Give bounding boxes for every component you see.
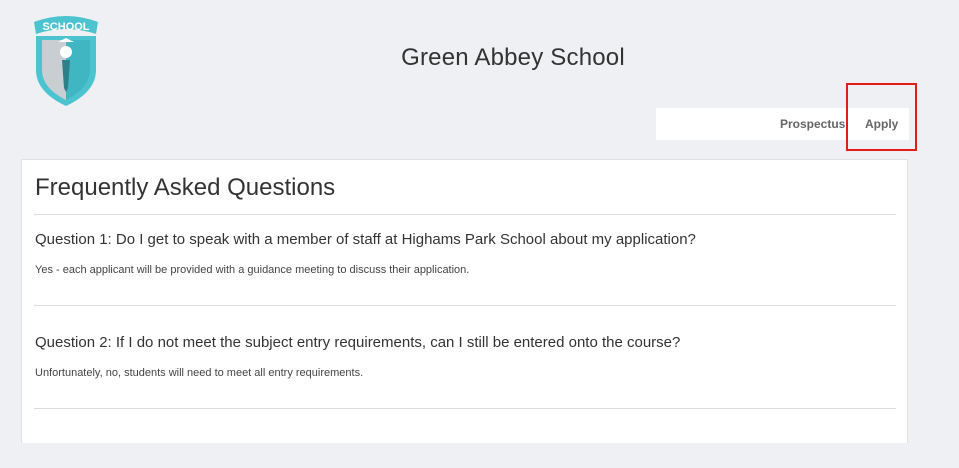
school-name-title: Green Abbey School <box>401 44 625 71</box>
page-footer-strip <box>0 443 959 468</box>
nav-prospectus-link[interactable]: Prospectus <box>780 108 845 140</box>
faq-divider <box>34 408 896 409</box>
faq-card: Frequently Asked Questions Question 1: D… <box>21 159 908 448</box>
apply-highlight-box <box>846 83 917 151</box>
school-crest-icon: SCHOOL <box>34 16 98 106</box>
faq-divider <box>34 305 896 306</box>
faq-answer-1: Yes - each applicant will be provided wi… <box>35 264 470 276</box>
faq-question-2: Question 2: If I do not meet the subject… <box>35 334 681 351</box>
faq-heading: Frequently Asked Questions <box>35 174 336 201</box>
logo-text: SCHOOL <box>42 21 89 33</box>
school-logo[interactable]: SCHOOL <box>28 12 104 108</box>
faq-answer-2: Unfortunately, no, students will need to… <box>35 367 364 379</box>
faq-divider <box>34 214 896 215</box>
faq-question-1: Question 1: Do I get to speak with a mem… <box>35 231 696 248</box>
